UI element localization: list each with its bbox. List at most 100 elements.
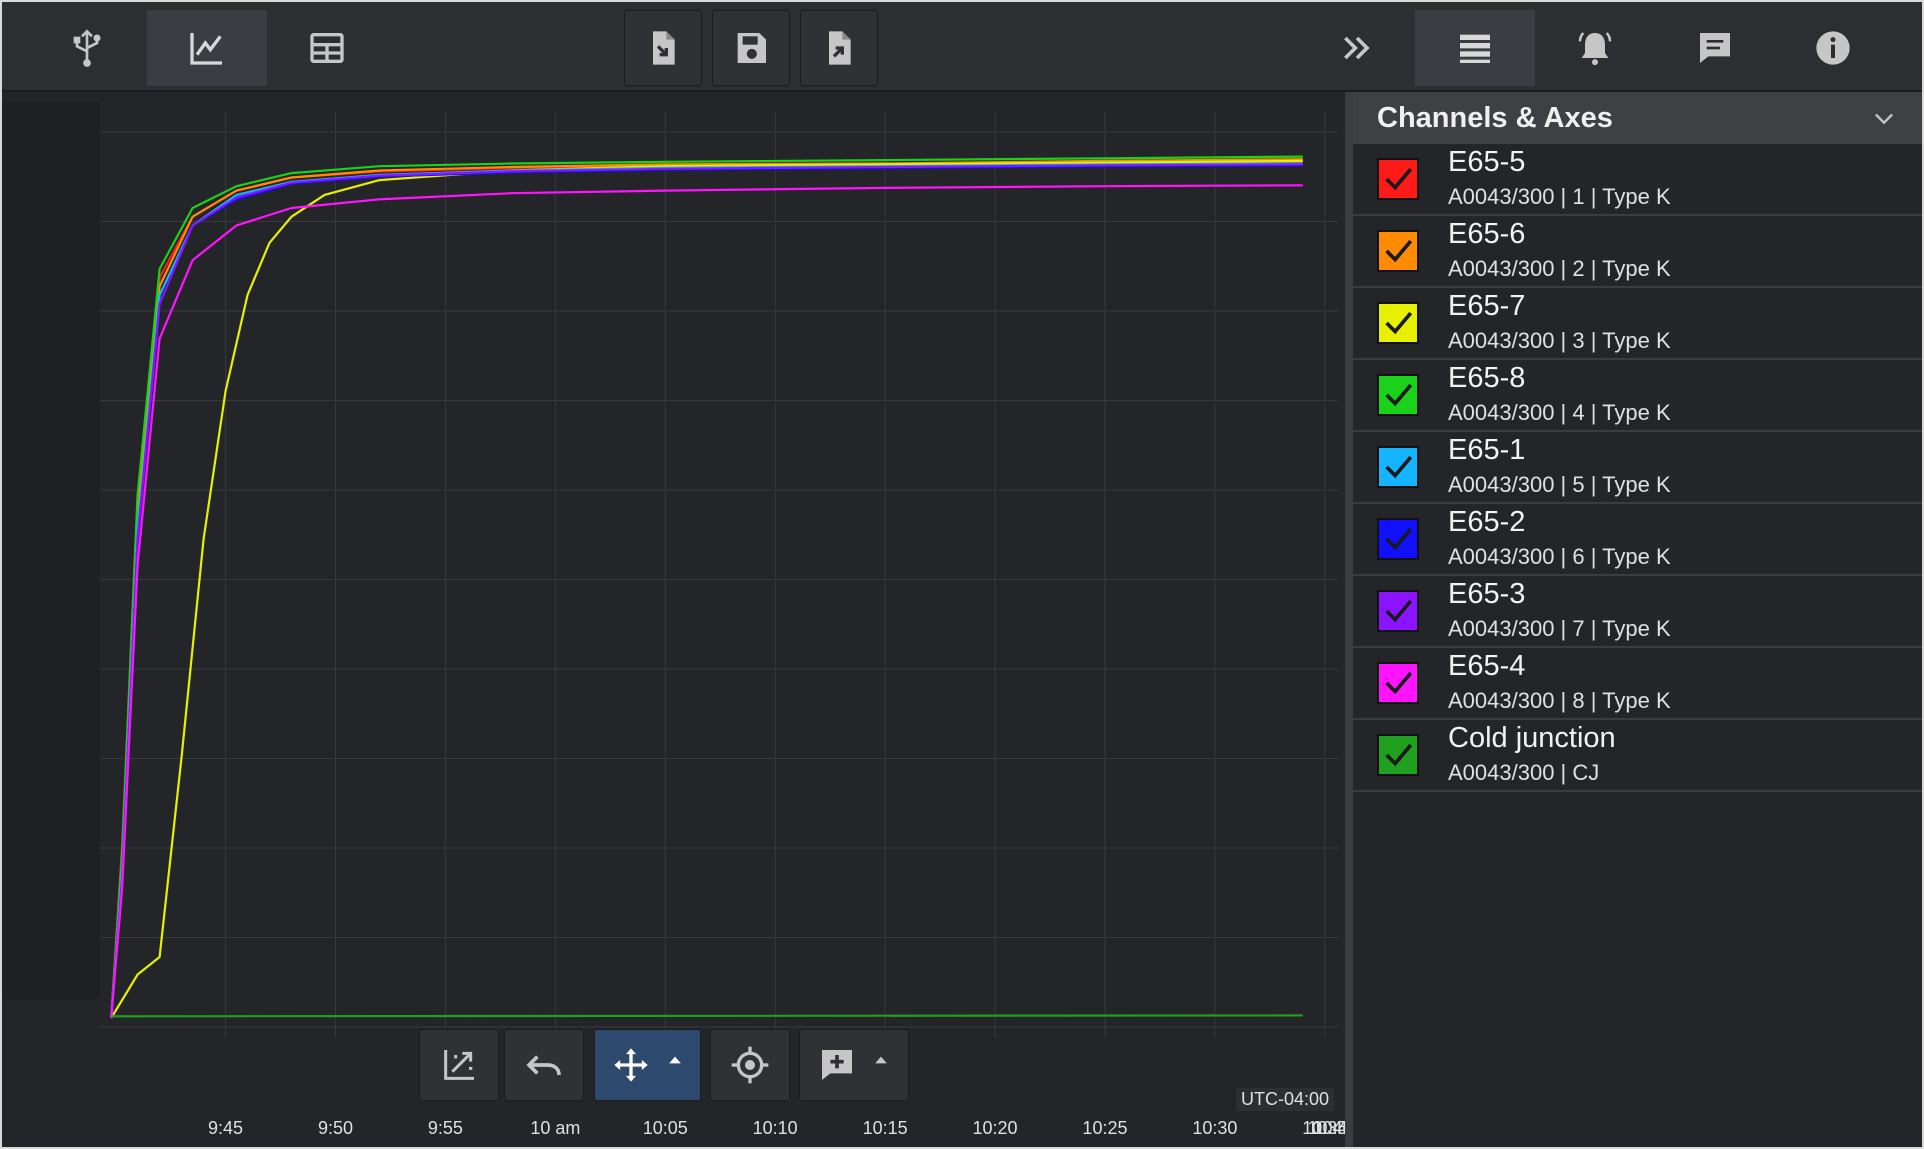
x-tick-label: 9:50 [317, 1118, 353, 1138]
channel-row[interactable]: E65-1 A0043/300 | 5 | Type K [1353, 432, 1922, 504]
alarms-panel-tab[interactable] [1550, 10, 1640, 86]
channel-checkbox[interactable] [1377, 518, 1419, 560]
series-line-e65-6 [110, 158, 1303, 1019]
x-tick-label: 10:05 [642, 1118, 688, 1138]
usb-icon [73, 29, 101, 67]
line-chart[interactable] [2, 92, 1345, 1147]
channel-source: A0043/300 | 7 | Type K [1448, 616, 1671, 641]
channel-checkbox[interactable] [1377, 302, 1419, 344]
checkmark-icon [1385, 167, 1413, 191]
info-icon [1816, 31, 1850, 65]
x-tick-label: 10:25 [1082, 1118, 1128, 1138]
channel-source: A0043/300 | 6 | Type K [1448, 544, 1671, 569]
channel-name: E65-3 [1448, 578, 1526, 610]
import-button[interactable] [624, 10, 702, 86]
app-window: UTC-04:00 9:45 9:50 9:55 10 am 10:05 10:10 10:… [2, 2, 1922, 1147]
caret-up-icon [875, 1056, 887, 1064]
checkmark-icon [1385, 743, 1413, 767]
sidebar-splitter[interactable] [1345, 92, 1353, 1147]
checkmark-icon [1385, 671, 1413, 695]
channel-checkbox[interactable] [1377, 734, 1419, 776]
collapse-sidebar-button[interactable] [1312, 10, 1402, 86]
crosshair-button[interactable] [710, 1029, 790, 1101]
channel-source: A0043/300 | 5 | Type K [1448, 472, 1671, 497]
sidebar-header[interactable]: Channels & Axes [1353, 92, 1922, 144]
checkmark-icon [1385, 527, 1413, 551]
channel-checkbox[interactable] [1377, 158, 1419, 200]
x-tick-label: 9:55 [427, 1118, 463, 1138]
save-button[interactable] [712, 10, 790, 86]
series-line-e65-4 [110, 184, 1303, 1019]
autoscale-button[interactable] [419, 1029, 499, 1101]
channel-source: A0043/300 | 4 | Type K [1448, 400, 1671, 425]
checkmark-icon [1385, 599, 1413, 623]
undo-icon [526, 1055, 561, 1076]
channel-row[interactable]: E65-5 A0043/300 | 1 | Type K [1353, 144, 1922, 216]
autoscale-icon [444, 1050, 474, 1080]
channel-source: A0043/300 | 3 | Type K [1448, 328, 1671, 353]
channel-name: E65-2 [1448, 506, 1526, 538]
x-tick-label: 9:45 [208, 1118, 244, 1138]
channel-name: E65-8 [1448, 362, 1526, 394]
chart-series [110, 155, 1303, 1019]
channel-row[interactable]: E65-2 A0043/300 | 6 | Type K [1353, 504, 1922, 576]
channels-sidebar: Channels & Axes E65-5 A0043/300 | 1 | Typ… [1353, 92, 1922, 1147]
undo-button[interactable] [504, 1029, 584, 1101]
add-comment-button[interactable] [799, 1029, 909, 1101]
series-line-e65-2 [110, 164, 1303, 1019]
chart-grid [100, 112, 1338, 1037]
channel-name: E65-1 [1448, 434, 1526, 466]
series-line-e65-7 [110, 159, 1303, 1019]
comment-icon [1700, 33, 1730, 63]
file-export-icon [829, 31, 851, 65]
channel-source: A0043/300 | 2 | Type K [1448, 256, 1671, 281]
list-icon [1460, 34, 1490, 63]
timezone-label: UTC-04:00 [1236, 1088, 1335, 1111]
caret-up-icon [668, 1056, 681, 1064]
channel-source: A0043/300 | 1 | Type K [1448, 184, 1671, 209]
plot-area[interactable] [2, 92, 1345, 1147]
pan-button[interactable] [594, 1029, 701, 1101]
series-line-e65-3 [110, 163, 1303, 1019]
x-tick-label: 10 am [530, 1118, 581, 1138]
chevron-down-icon[interactable] [1870, 104, 1898, 132]
checkmark-icon [1385, 311, 1413, 335]
channel-row[interactable]: E65-8 A0043/300 | 4 | Type K [1353, 360, 1922, 432]
channel-name: E65-7 [1448, 290, 1526, 322]
channel-checkbox[interactable] [1377, 446, 1419, 488]
x-tick-label: 10:30 [1192, 1118, 1238, 1138]
table-view-tab[interactable] [282, 10, 372, 86]
comments-panel-tab[interactable] [1670, 10, 1760, 86]
usb-button[interactable] [42, 10, 132, 86]
pan-icon [613, 1048, 648, 1082]
x-tick-label: 10:20 [972, 1118, 1018, 1138]
channel-checkbox[interactable] [1377, 662, 1419, 704]
main-toolbar [2, 2, 1922, 92]
y-axis-band [2, 102, 100, 999]
add-comment-icon [822, 1050, 852, 1080]
bell-icon [1578, 32, 1612, 66]
table-icon [310, 33, 344, 63]
channel-row[interactable]: E65-6 A0043/300 | 2 | Type K [1353, 216, 1922, 288]
chart-view-tab[interactable] [147, 10, 267, 86]
channel-row[interactable]: Cold junction A0043/300 | CJ [1353, 720, 1922, 792]
file-import-icon [653, 31, 675, 65]
channel-checkbox[interactable] [1377, 230, 1419, 272]
x-tick-label: 10:10 [752, 1118, 798, 1138]
channel-checkbox[interactable] [1377, 590, 1419, 632]
channel-row[interactable]: E65-7 A0043/300 | 3 | Type K [1353, 288, 1922, 360]
checkmark-icon [1385, 455, 1413, 479]
channel-source: A0043/300 | CJ [1448, 760, 1600, 785]
channels-panel-tab[interactable] [1415, 10, 1535, 86]
export-button[interactable] [800, 10, 878, 86]
series-line-e65-5 [110, 160, 1303, 1019]
channel-row[interactable]: E65-3 A0043/300 | 7 | Type K [1353, 576, 1922, 648]
channel-checkbox[interactable] [1377, 374, 1419, 416]
x-tick-label: 10:15 [862, 1118, 908, 1138]
channel-list: E65-5 A0043/300 | 1 | Type K E65-6 A0043/30… [1353, 144, 1922, 792]
info-panel-tab[interactable] [1788, 10, 1878, 86]
crosshair-icon [731, 1046, 769, 1084]
channel-source: A0043/300 | 8 | Type K [1448, 688, 1671, 713]
channel-name: E65-4 [1448, 650, 1526, 682]
channel-row[interactable]: E65-4 A0043/300 | 8 | Type K [1353, 648, 1922, 720]
